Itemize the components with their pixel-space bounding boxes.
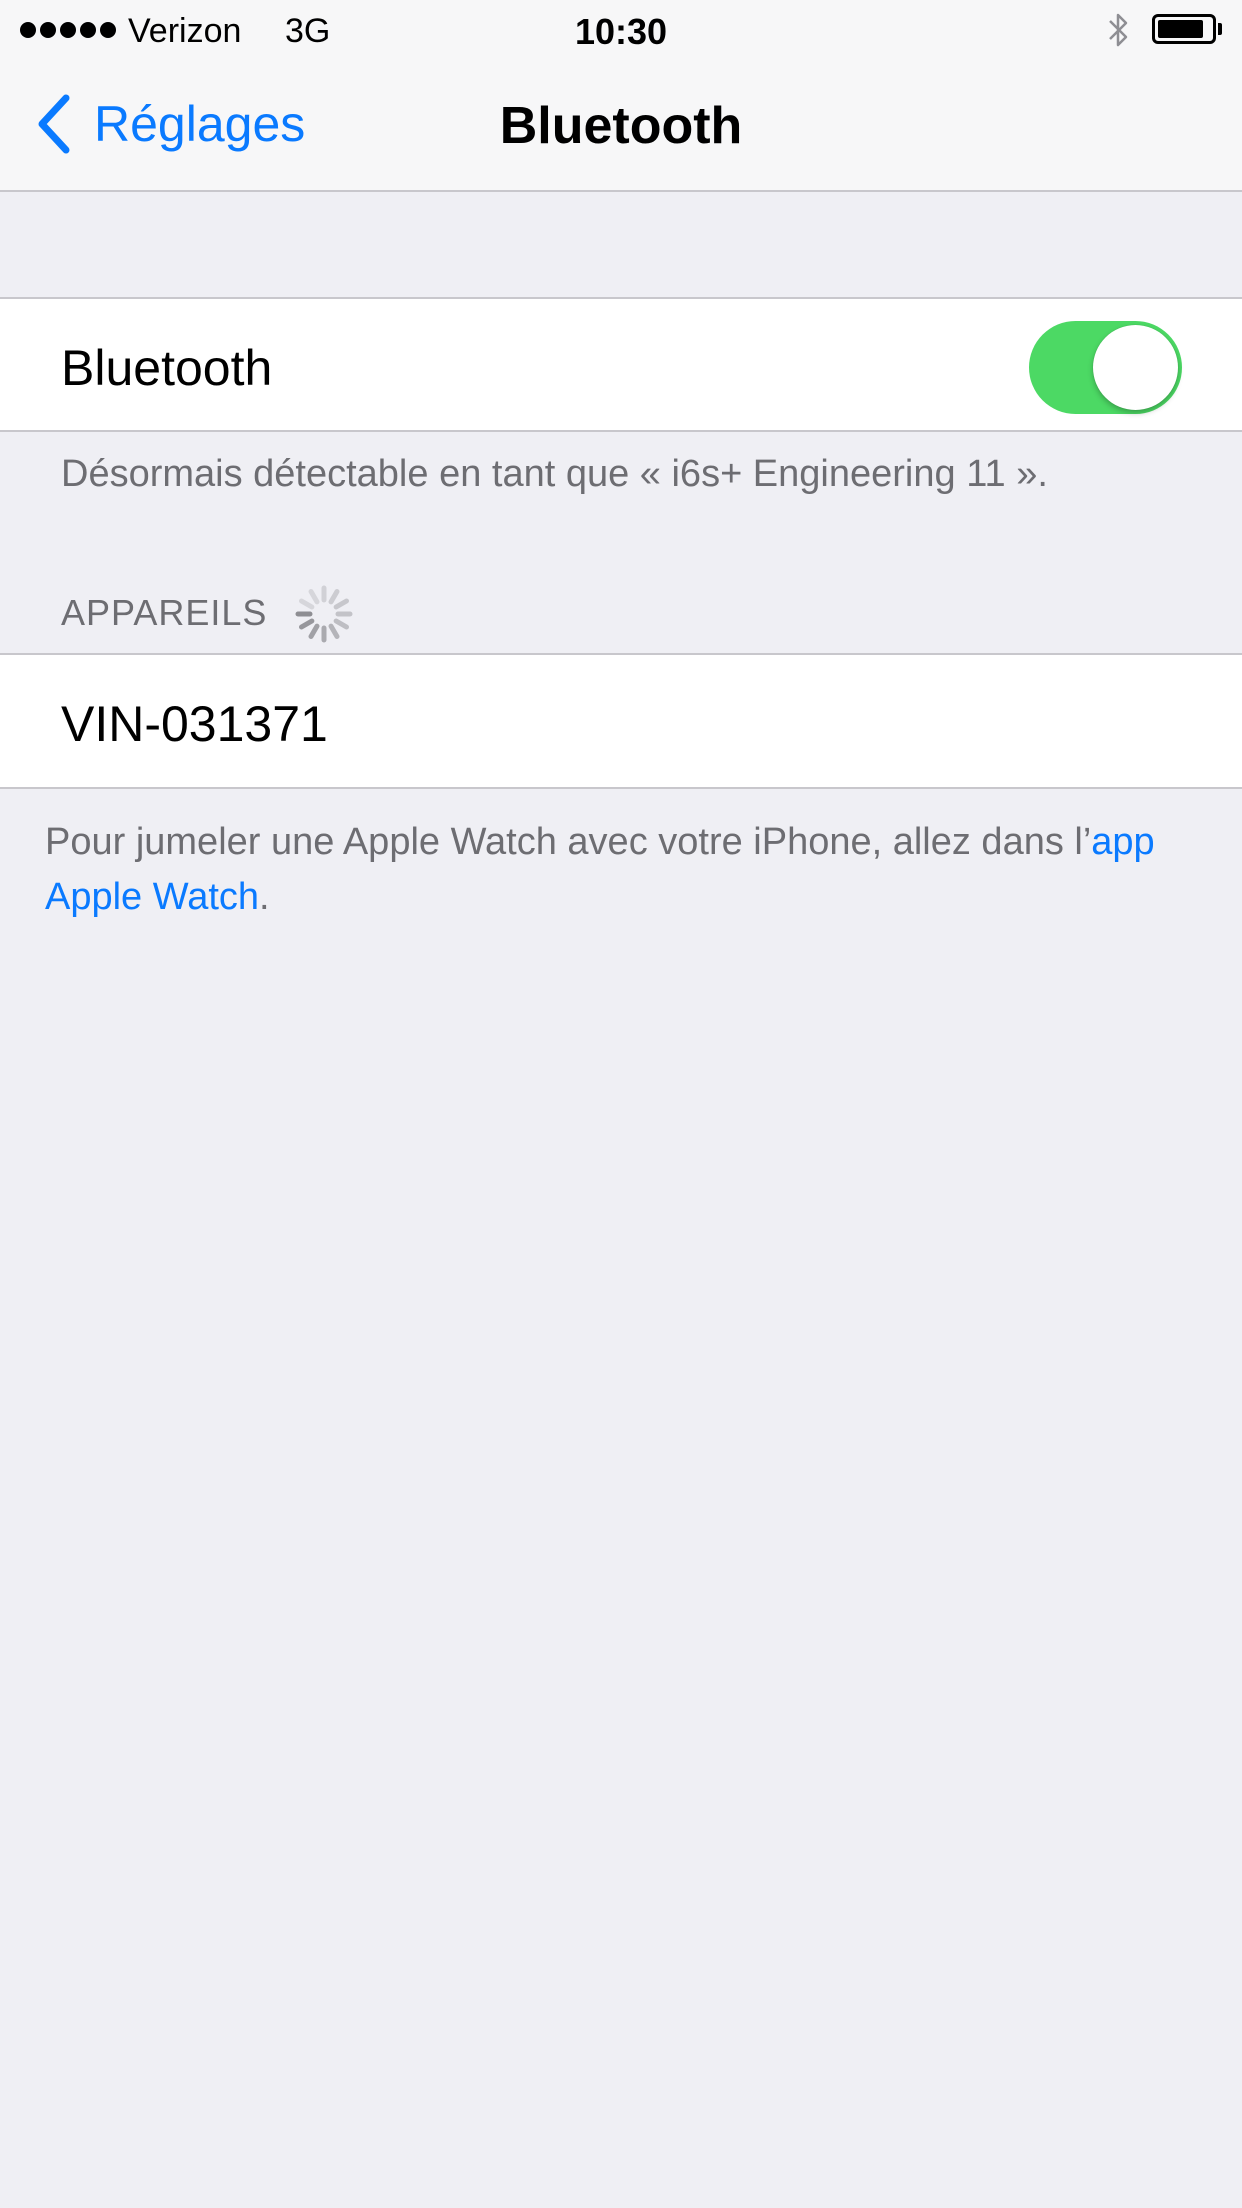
apple-watch-note-text: Pour jumeler une Apple Watch avec votre … (45, 821, 1092, 863)
discoverable-note: Désormais détectable en tant que « i6s+ … (61, 453, 1048, 495)
devices-section-header: APPAREILS (61, 592, 268, 633)
bluetooth-icon (1109, 13, 1128, 47)
status-bar: Verizon 3G 10:30 (0, 0, 1242, 60)
bluetooth-setting-label: Bluetooth (61, 340, 273, 396)
bluetooth-toggle[interactable] (1029, 321, 1182, 414)
bluetooth-setting-cell: Bluetooth (0, 297, 1242, 432)
apple-watch-note-suffix: . (259, 876, 270, 918)
navigation-bar: Réglages Bluetooth (0, 60, 1242, 192)
toggle-knob (1093, 325, 1178, 410)
activity-spinner-icon (295, 585, 353, 643)
battery-icon (1152, 14, 1216, 44)
apple-watch-note: Pour jumeler une Apple Watch avec votre … (45, 815, 1195, 925)
list-item[interactable]: VIN-031371 (0, 653, 1242, 789)
status-time: 10:30 (574, 11, 668, 52)
battery-tip (1218, 23, 1222, 35)
page-title: Bluetooth (499, 97, 743, 155)
device-name: VIN-031371 (61, 696, 328, 752)
